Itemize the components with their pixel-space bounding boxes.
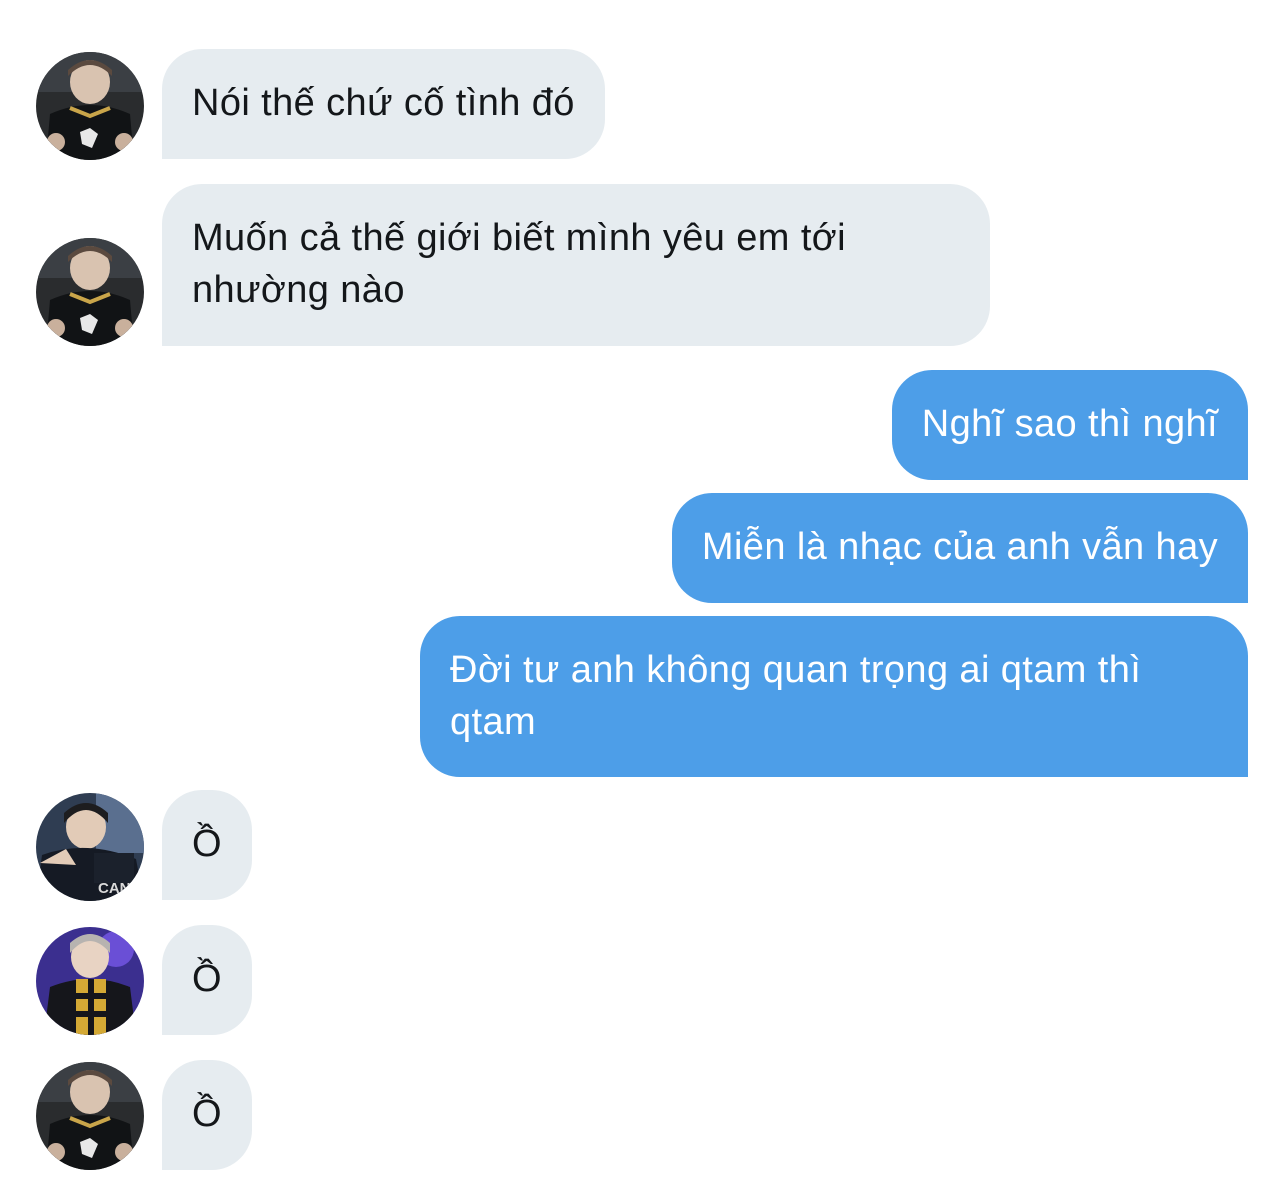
avatar-scarf-purple-image bbox=[36, 927, 144, 1035]
avatar[interactable] bbox=[36, 52, 144, 160]
avatar-black-jersey-image bbox=[36, 52, 144, 160]
incoming-message-bubble[interactable]: Ồ bbox=[162, 790, 252, 900]
avatar-jacket-text: CANY bbox=[98, 880, 141, 897]
avatar-black-jersey-image bbox=[36, 238, 144, 346]
avatar[interactable]: CANY bbox=[36, 793, 144, 901]
incoming-message-bubble[interactable]: Ồ bbox=[162, 925, 252, 1035]
message-thread: Nói thế chứ cố tình đó Muốn cả thế giới … bbox=[0, 0, 1284, 1183]
outgoing-message-bubble[interactable]: Đời tư anh không quan trọng ai qtam thì … bbox=[420, 616, 1248, 777]
outgoing-message-bubble[interactable]: Nghĩ sao thì nghĩ bbox=[891, 370, 1248, 480]
incoming-message-bubble[interactable]: Muốn cả thế giới biết mình yêu em tới nh… bbox=[162, 184, 990, 346]
incoming-message-bubble[interactable]: Ồ bbox=[162, 1060, 252, 1170]
avatar-black-jersey-image bbox=[36, 1062, 144, 1170]
avatar[interactable] bbox=[36, 1062, 144, 1170]
outgoing-message-bubble[interactable]: Miễn là nhạc của anh vẫn hay bbox=[671, 493, 1248, 603]
incoming-message-bubble[interactable]: Nói thế chứ cố tình đó bbox=[162, 49, 605, 159]
avatar-canyon-jacket-image: CANY bbox=[36, 793, 144, 901]
avatar[interactable] bbox=[36, 238, 144, 346]
avatar[interactable] bbox=[36, 927, 144, 1035]
